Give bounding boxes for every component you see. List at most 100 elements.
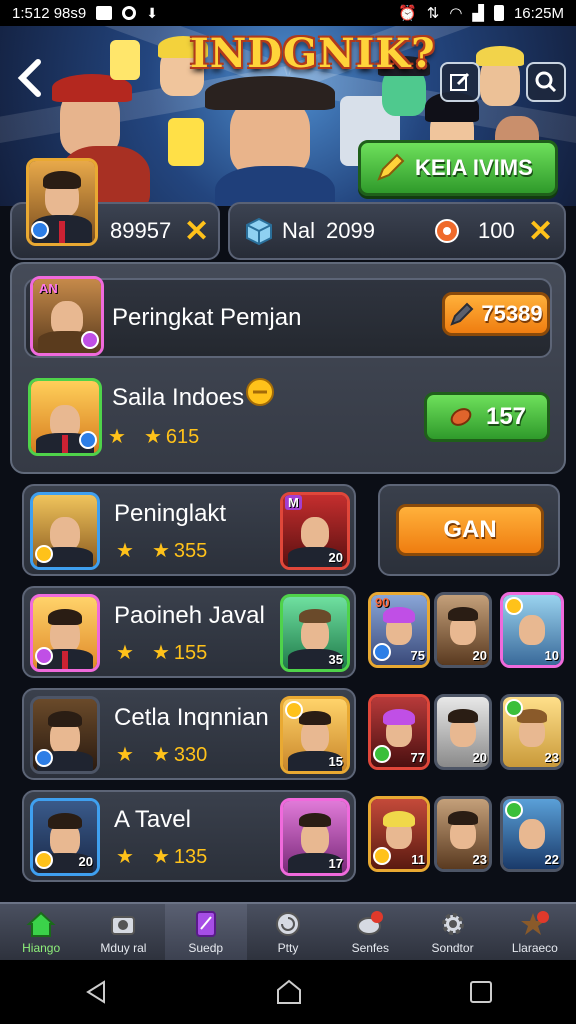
chat-icon <box>355 909 385 939</box>
currency-coins[interactable]: 89957 ✕ <box>10 158 220 260</box>
list-item[interactable]: Paoineh Javal ★ ★ 155 35 <box>22 586 356 678</box>
level-badge: 20 <box>78 854 93 869</box>
donut-icon <box>435 219 459 243</box>
gem-label: Nal <box>282 218 316 243</box>
star-icon: ★ 155 <box>151 642 208 664</box>
featured-star-count: 615 <box>165 426 200 448</box>
nav-item-settings[interactable]: Sondtor <box>411 904 493 960</box>
thumb-avatar[interactable]: 11 <box>368 796 430 872</box>
nav-label: Ptty <box>277 941 299 955</box>
nav-item-cards[interactable]: Suedp <box>164 904 247 960</box>
list-side-avatar: 17 <box>280 798 350 876</box>
thumb-level: 22 <box>544 852 559 867</box>
list-item[interactable]: Cetla Inqnnian ★ ★ 330 15 <box>22 688 356 780</box>
close-icon[interactable]: ✕ <box>528 214 553 249</box>
nav-item-party[interactable]: Ptty <box>247 904 329 960</box>
game-title: INDGNIK? <box>190 30 436 77</box>
nav-item-home[interactable]: Hiango <box>0 904 82 960</box>
list-item-stars: ★ ★ 135 <box>116 844 207 869</box>
thumb-level: 20 <box>472 750 487 765</box>
list-avatar <box>30 594 100 672</box>
nav-label: Sondtor <box>431 941 474 955</box>
search-button[interactable] <box>526 62 566 102</box>
sim-icon <box>96 6 113 20</box>
thumb-avatar[interactable]: 10 <box>500 592 564 668</box>
recents-square-icon[interactable] <box>468 979 494 1005</box>
star-icon: ★ 615 <box>143 426 200 448</box>
pencil-icon <box>450 302 474 326</box>
home-pentagon-icon[interactable] <box>275 978 303 1006</box>
thumb-level: 11 <box>411 852 425 867</box>
side-level: 20 <box>328 550 343 565</box>
list-item-stars: ★ ★ 355 <box>116 538 207 563</box>
star-icon: ★ <box>116 540 134 562</box>
ranking-value: 75389 <box>481 301 543 326</box>
star-icon: ★ 330 <box>151 744 208 766</box>
list-item-stars: ★ ★ 330 <box>116 742 207 767</box>
nav-label: Senfes <box>351 941 389 955</box>
list-item[interactable]: Peninglakt ★ ★ 355 M 20 <box>22 484 356 576</box>
featured-avatar[interactable] <box>28 378 102 456</box>
battery-icon <box>493 5 504 21</box>
ranking-title: Peringkat Pemjan <box>112 304 302 331</box>
featured-buy-button[interactable]: 157 <box>424 392 550 442</box>
ranking-badge: AN <box>39 281 58 296</box>
star-icon: ★ 135 <box>151 846 208 868</box>
star-count: 135 <box>173 846 208 868</box>
gan-button[interactable]: GAN <box>396 504 544 556</box>
status-clock: 16:25M <box>513 4 564 22</box>
system-nav-bar <box>0 960 576 1024</box>
ranking-value-button[interactable]: 75389 <box>442 292 550 336</box>
gear-icon <box>438 909 468 939</box>
thumb-level: 77 <box>410 750 425 765</box>
close-icon[interactable]: ✕ <box>184 214 209 249</box>
home-icon <box>26 909 56 939</box>
side-level: 35 <box>328 652 343 667</box>
cta-label: KEIA IVIMS <box>415 155 533 180</box>
thumb-avatar[interactable]: 22 <box>500 796 564 872</box>
side-level: 17 <box>328 856 343 871</box>
thumb-avatar[interactable]: 77 <box>368 694 430 770</box>
nav-label: Suedp <box>188 941 224 955</box>
list-item[interactable]: 20 A Tavel ★ ★ 135 17 <box>22 790 356 882</box>
search-icon <box>535 71 557 93</box>
nav-item-chat[interactable]: Senfes <box>329 904 411 960</box>
gem-value: 2099 <box>326 218 375 243</box>
currency-gems[interactable]: Nal 2099 100 ✕ <box>228 202 566 260</box>
back-button[interactable] <box>14 58 54 102</box>
ranking-row[interactable]: AN Peringkat Pemjan 75389 <box>24 276 552 358</box>
list-avatar <box>30 696 100 774</box>
star-count: 155 <box>173 642 208 664</box>
list-item-name: Peninglakt <box>114 500 227 527</box>
thumb-avatar[interactable]: 23 <box>434 796 492 872</box>
coin-value: 89957 <box>110 218 172 243</box>
nav-label: Llaraeco <box>511 941 558 955</box>
featured-name: Saila Indoes <box>112 384 245 411</box>
bottom-nav: Hiango Mduy ral Suedp Ptty Senfes Sondto… <box>0 902 576 960</box>
list-item-name: Paoineh Javal <box>114 602 265 629</box>
star-icon: ★ <box>116 744 134 766</box>
bean-icon <box>450 408 472 426</box>
thumb-avatar[interactable]: 20 <box>434 592 492 668</box>
nav-label: Hiango <box>22 941 61 955</box>
thumb-avatar[interactable]: 90 75 <box>368 592 430 668</box>
list-side-avatar: 35 <box>280 594 350 672</box>
card-icon <box>191 909 221 939</box>
thumb-avatar[interactable]: 23 <box>500 694 564 770</box>
list-item-stars: ★ ★ 155 <box>116 640 207 665</box>
camera-icon <box>108 909 138 939</box>
gan-card: GAN <box>378 484 560 576</box>
back-triangle-icon[interactable] <box>82 978 110 1006</box>
edit-button[interactable] <box>440 62 480 102</box>
spiral-icon <box>273 909 303 939</box>
gan-label: GAN <box>443 516 497 543</box>
cta-button[interactable]: KEIA IVIMS <box>358 140 558 196</box>
thumb-avatar[interactable]: 20 <box>434 694 492 770</box>
list-side-avatar: 15 <box>280 696 350 774</box>
star-count: 330 <box>173 744 208 766</box>
player-avatar[interactable] <box>26 158 98 246</box>
nav-item-rewards[interactable]: Llaraeco <box>494 904 576 960</box>
status-time: 1:512 98s9 <box>12 4 87 22</box>
nav-item-camera[interactable]: Mduy ral <box>82 904 164 960</box>
star-icon <box>520 909 550 939</box>
